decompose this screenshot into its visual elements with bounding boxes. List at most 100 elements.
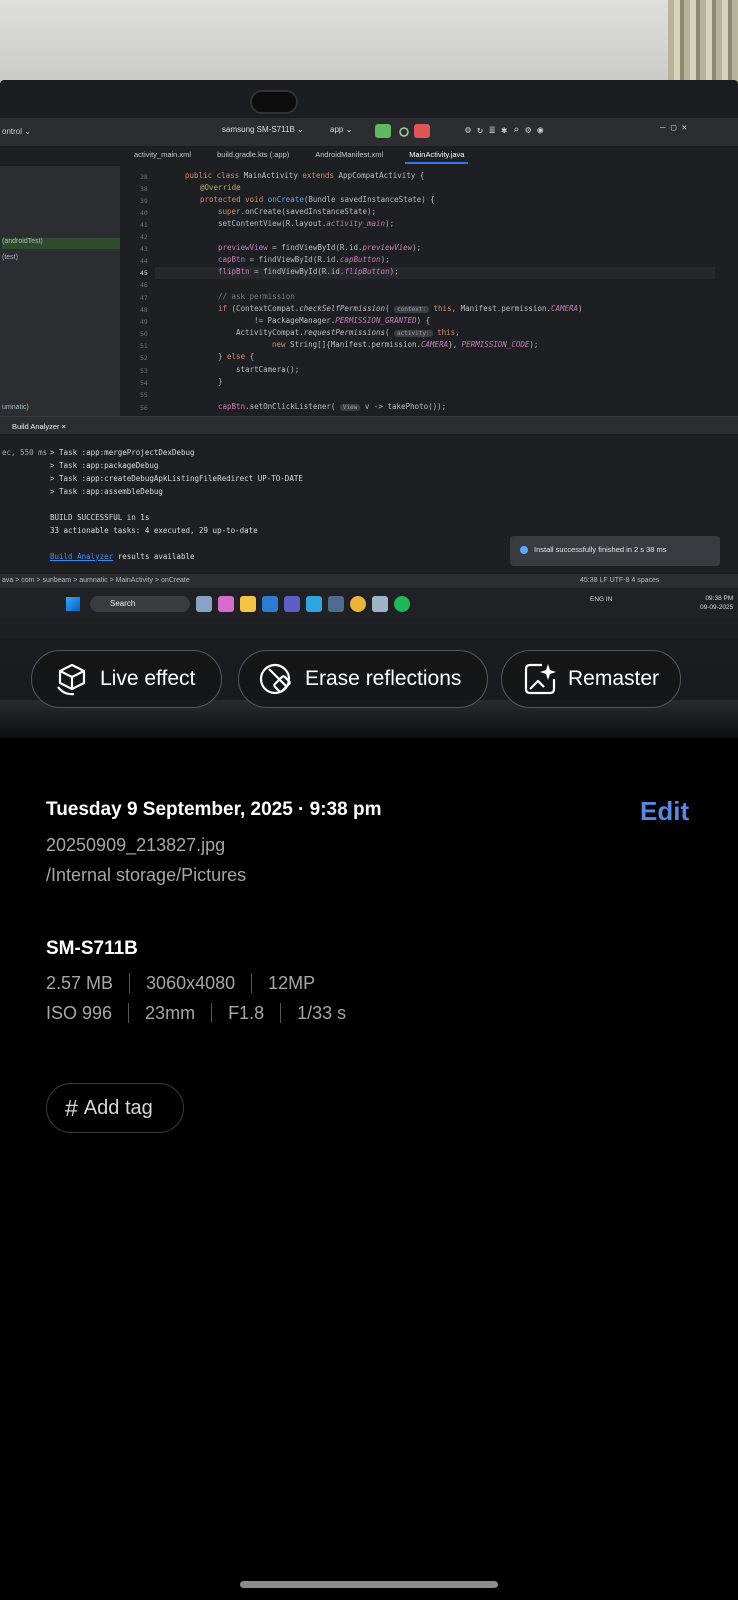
remaster-sparkle-icon — [522, 661, 558, 697]
build-line: > Task :app:mergeProjectDexDebug — [50, 448, 195, 457]
live-effect-button[interactable]: Live effect — [31, 650, 222, 708]
live-effect-label: Live effect — [100, 667, 196, 690]
line-number: 40 — [140, 209, 148, 217]
tab-main-activity: MainActivity.java — [405, 148, 469, 164]
line-number: 50 — [140, 330, 148, 338]
iso: ISO 996 — [46, 1003, 113, 1023]
code-line: ActivityCompat.requestPermissions( activ… — [236, 328, 460, 337]
run-config: app ⌄ — [330, 125, 353, 134]
code-line: flipBtn = findViewById(R.id.flipButton); — [218, 267, 399, 276]
line-number: 49 — [140, 318, 148, 326]
exposure-specs-row: ISO 996 23mm F1.8 1/33 s — [46, 1003, 362, 1023]
line-number: 51 — [140, 342, 148, 350]
app-icon — [196, 596, 212, 612]
edit-button[interactable]: Edit — [640, 796, 689, 827]
line-number: 45 — [140, 269, 148, 277]
project-item-android-test: (androidTest) — [2, 238, 120, 249]
resolution: 3060x4080 — [129, 973, 251, 993]
laptop-bezel — [0, 80, 738, 120]
build-analyzer-suffix: results available — [113, 552, 195, 561]
taskbar-clock: 09:38 PM 09-09-2025 — [700, 594, 733, 612]
code-line: } else { — [218, 352, 255, 361]
remaster-button[interactable]: Remaster — [501, 650, 681, 708]
line-number: 38 — [140, 185, 148, 193]
megapixels: 12MP — [251, 973, 331, 993]
line-number: 55 — [140, 391, 148, 399]
spotify-icon — [394, 596, 410, 612]
remaster-label: Remaster — [568, 667, 660, 690]
app-icon — [328, 596, 344, 612]
code-line: setContentView(R.layout.activity_main); — [218, 219, 395, 228]
project-item-test: (test) — [2, 254, 18, 261]
focal-length: 23mm — [128, 1003, 211, 1023]
edge-icon — [306, 596, 322, 612]
photo-datetime: Tuesday 9 September, 2025 · 9:38 pm — [46, 799, 382, 820]
stop-icon — [414, 124, 430, 138]
build-time: ec, 550 ms — [2, 448, 48, 457]
build-line: BUILD SUCCESSFUL in 1s — [50, 513, 150, 522]
clock-time: 09:38 PM — [705, 595, 734, 602]
photo-viewer[interactable]: ontrol ⌄ samsung SM-S711B ⌄ app ⌄ ⚙ ↻ ≣ … — [0, 0, 738, 738]
windows-logo-icon — [66, 597, 80, 611]
line-number: 43 — [140, 245, 148, 253]
code-line: public class MainActivity extends AppCom… — [185, 171, 425, 180]
install-toast: Install successfully finished in 2 s 38 … — [510, 536, 720, 566]
file-size: 2.57 MB — [46, 973, 114, 993]
project-panel: (androidTest) (test) umnatic) — [0, 166, 120, 416]
editor-tabs: activity_main.xml build.gradle.kts (:app… — [130, 148, 469, 164]
code-line: != PackageManager.PERMISSION_GRANTED) { — [254, 316, 431, 325]
line-number: 42 — [140, 233, 148, 241]
project-item-umnatic: umnatic) — [2, 404, 29, 411]
code-line: // ask permission — [218, 292, 295, 301]
home-indicator[interactable] — [240, 1581, 498, 1588]
code-line: new String[]{Manifest.permission.CAMERA}… — [272, 340, 539, 349]
chrome-icon — [350, 596, 366, 612]
code-line: } — [218, 377, 223, 386]
code-line: previewView = findViewById(R.id.previewV… — [218, 243, 422, 252]
line-number: 54 — [140, 379, 148, 387]
hashtag-icon: # — [65, 1094, 78, 1121]
folder-icon — [240, 596, 256, 612]
code-line: capBtn = findViewById(R.id.capButton); — [218, 255, 390, 264]
tab-activity-main: activity_main.xml — [134, 150, 192, 159]
live-effect-icon — [54, 661, 90, 697]
build-analyzer-tab: Build Analyzer × — [12, 422, 66, 431]
line-number: 47 — [140, 294, 148, 302]
erase-reflections-button[interactable]: Erase reflections — [238, 650, 488, 708]
file-path[interactable]: /Internal storage/Pictures — [46, 865, 246, 886]
line-number: 48 — [140, 306, 148, 314]
android-studio-icon — [372, 596, 388, 612]
tab-build-gradle: build.gradle.kts (:app) — [217, 150, 290, 159]
run-icon — [375, 124, 391, 138]
outlook-icon — [262, 596, 278, 612]
webcam — [250, 90, 298, 114]
window-controls: — ▢ ✕ — [660, 123, 688, 133]
add-tag-label: Add tag — [83, 1096, 153, 1119]
curtain — [668, 0, 738, 90]
build-analyzer-result: Build Analyzer results available — [50, 552, 195, 561]
file-specs-row: 2.57 MB 3060x4080 12MP — [46, 973, 331, 993]
code-line: super.onCreate(savedInstanceState); — [218, 207, 377, 216]
build-line: 33 actionable tasks: 4 executed, 29 up-t… — [50, 526, 258, 535]
line-number: 41 — [140, 221, 148, 229]
app-icon — [218, 596, 234, 612]
build-line: > Task :app:createDebugApkListingFileRed… — [50, 474, 303, 483]
tray-language: ENG IN — [590, 596, 613, 603]
camera-model: SM-S711B — [46, 938, 138, 959]
line-number: 46 — [140, 281, 148, 289]
eraser-icon — [259, 661, 295, 697]
build-line: > Task :app:assembleDebug — [50, 487, 163, 496]
ide-status-bar: ava > com > sunbeam > aumnatic > MainAct… — [0, 574, 738, 588]
code-line: capBtn.setOnClickListener( View v -> tak… — [218, 402, 447, 411]
add-tag-button[interactable]: # Add tag — [46, 1083, 184, 1133]
laptop-screen: ontrol ⌄ samsung SM-S711B ⌄ app ⌄ ⚙ ↻ ≣ … — [0, 118, 738, 638]
breadcrumb: ava > com > sunbeam > aumnatic > MainAct… — [2, 577, 190, 584]
shutter-speed: 1/33 s — [280, 1003, 362, 1023]
line-number: 53 — [140, 367, 148, 375]
build-panel-header: Build Analyzer × — [0, 416, 738, 434]
clock-date: 09-09-2025 — [700, 604, 734, 611]
toolbar-icons: ⚙ ↻ ≣ ✱ ⌕ ⚙ ◉ — [465, 125, 544, 136]
erase-reflections-label: Erase reflections — [305, 667, 462, 690]
build-line: > Task :app:packageDebug — [50, 461, 159, 470]
taskbar-apps — [196, 596, 410, 612]
